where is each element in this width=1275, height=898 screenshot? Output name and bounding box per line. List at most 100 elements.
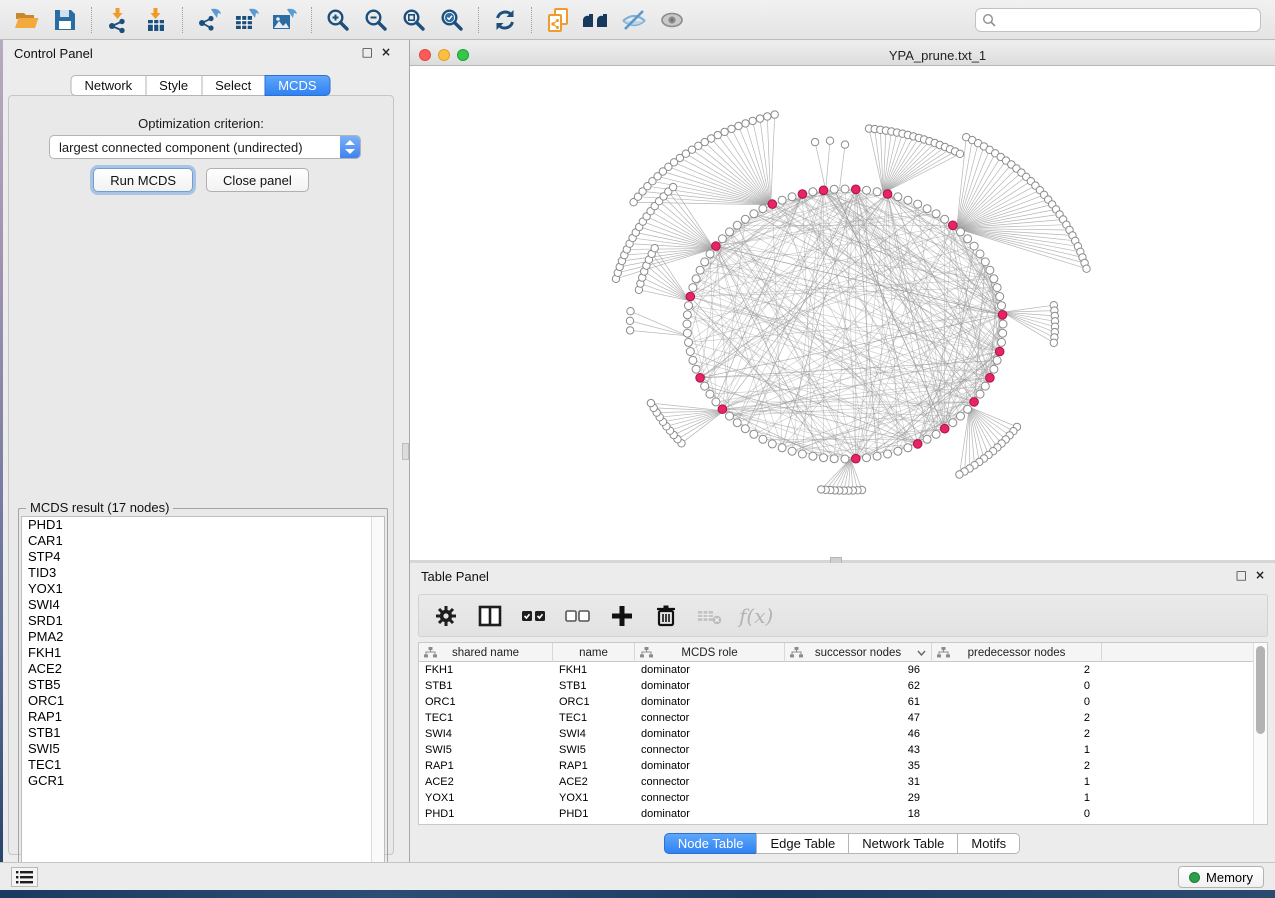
- table-row[interactable]: SWI4SWI4dominator462: [419, 726, 1253, 742]
- mcds-result-item[interactable]: TID3: [22, 565, 384, 581]
- mcds-result-item[interactable]: SWI4: [22, 597, 384, 613]
- optimization-criterion-dropdown[interactable]: largest connected component (undirected): [49, 135, 361, 159]
- table-row[interactable]: SWI5SWI5connector431: [419, 742, 1253, 758]
- table-row[interactable]: PHD1PHD1dominator180: [419, 806, 1253, 822]
- import-network-icon[interactable]: [99, 4, 137, 36]
- column-label: shared name: [452, 647, 519, 659]
- mcds-result-item[interactable]: RAP1: [22, 709, 384, 725]
- table-cell: ORC1: [419, 694, 553, 710]
- table-cell: FKH1: [419, 662, 553, 678]
- table-row[interactable]: STB1STB1dominator620: [419, 678, 1253, 694]
- table-options-gear-icon[interactable]: [431, 601, 461, 631]
- mcds-result-item[interactable]: PMA2: [22, 629, 384, 645]
- table-row[interactable]: FKH1FKH1dominator962: [419, 662, 1253, 678]
- show-all-icon[interactable]: [653, 4, 691, 36]
- mcds-result-item[interactable]: STP4: [22, 549, 384, 565]
- mcds-result-item[interactable]: STB5: [22, 677, 384, 693]
- mcds-result-item[interactable]: FKH1: [22, 645, 384, 661]
- mcds-result-item[interactable]: GCR1: [22, 773, 384, 789]
- table-row[interactable]: YOX1YOX1connector291: [419, 790, 1253, 806]
- network-view-window: YPA_prune.txt_1: [410, 45, 1275, 560]
- zoom-out-icon[interactable]: [357, 4, 395, 36]
- column-header-successor-nodes[interactable]: successor nodes: [785, 643, 932, 662]
- scrollbar-thumb[interactable]: [1256, 646, 1265, 734]
- export-network-icon[interactable]: [190, 4, 228, 36]
- table-tab-node-table[interactable]: Node Table: [664, 833, 758, 854]
- table-body: FKH1FKH1dominator962STB1STB1dominator620…: [419, 662, 1253, 824]
- mcds-result-item[interactable]: SRD1: [22, 613, 384, 629]
- zoom-in-icon[interactable]: [319, 4, 357, 36]
- table-scrollbar[interactable]: [1253, 643, 1267, 824]
- table-cell: FKH1: [553, 662, 635, 678]
- clone-network-icon[interactable]: [539, 4, 577, 36]
- table-cell: STB1: [553, 678, 635, 694]
- network-window-titlebar[interactable]: YPA_prune.txt_1: [410, 45, 1275, 66]
- table-cell: TEC1: [553, 710, 635, 726]
- table-cell: dominator: [635, 806, 785, 822]
- table-row[interactable]: ACE2ACE2connector311: [419, 774, 1253, 790]
- open-file-icon[interactable]: [8, 4, 46, 36]
- table-row[interactable]: RAP1RAP1dominator352: [419, 758, 1253, 774]
- close-panel-icon[interactable]: ×: [381, 45, 391, 59]
- memory-button[interactable]: Memory: [1178, 866, 1264, 888]
- column-header-name[interactable]: name: [553, 643, 635, 662]
- table-tab-network-table[interactable]: Network Table: [848, 833, 958, 854]
- export-table-icon[interactable]: [228, 4, 266, 36]
- zoom-fit-icon[interactable]: [395, 4, 433, 36]
- import-table-icon[interactable]: [137, 4, 175, 36]
- save-session-icon[interactable]: [46, 4, 84, 36]
- tab-network[interactable]: Network: [70, 75, 146, 96]
- mcds-result-item[interactable]: SWI5: [22, 741, 384, 757]
- table-cell: 43: [785, 742, 932, 758]
- mcds-result-item[interactable]: TEC1: [22, 757, 384, 773]
- vertical-splitter[interactable]: [401, 40, 410, 862]
- network-graph[interactable]: [410, 66, 1275, 560]
- task-history-button[interactable]: [11, 867, 38, 887]
- column-header-predecessor-nodes[interactable]: predecessor nodes: [932, 643, 1102, 662]
- desktop-edge-bottom: [0, 890, 1275, 898]
- mcds-result-item[interactable]: CAR1: [22, 533, 384, 549]
- mcds-list-scrollbar[interactable]: [371, 517, 384, 875]
- deselect-all-checkboxes-icon[interactable]: [563, 601, 593, 631]
- hide-selected-icon[interactable]: [615, 4, 653, 36]
- mcds-result-list[interactable]: PHD1CAR1STP4TID3YOX1SWI4SRD1PMA2FKH1ACE2…: [21, 516, 385, 876]
- show-column-icon[interactable]: [475, 601, 505, 631]
- mcds-result-item[interactable]: ORC1: [22, 693, 384, 709]
- table-tab-edge-table[interactable]: Edge Table: [756, 833, 849, 854]
- table-header-row: shared name name MCDS role successor nodesp…: [419, 643, 1253, 662]
- delete-column-icon[interactable]: [651, 601, 681, 631]
- column-label: MCDS role: [681, 647, 737, 659]
- splitter-grip[interactable]: [402, 443, 409, 460]
- mcds-result-item[interactable]: ACE2: [22, 661, 384, 677]
- add-column-icon[interactable]: [607, 601, 637, 631]
- close-panel-icon[interactable]: ×: [1255, 568, 1265, 582]
- network-canvas[interactable]: [410, 66, 1275, 560]
- float-panel-icon[interactable]: □: [1236, 568, 1247, 582]
- column-header-MCDS-role[interactable]: MCDS role: [635, 643, 785, 662]
- refresh-layout-icon[interactable]: [486, 4, 524, 36]
- column-header-shared-name[interactable]: shared name: [419, 643, 553, 662]
- close-panel-button[interactable]: Close panel: [206, 168, 309, 192]
- tab-select[interactable]: Select: [201, 75, 265, 96]
- tab-mcds[interactable]: MCDS: [264, 75, 330, 96]
- table-cell: STB1: [419, 678, 553, 694]
- mcds-result-item[interactable]: YOX1: [22, 581, 384, 597]
- memory-status-icon: [1189, 872, 1200, 883]
- select-all-checkboxes-icon[interactable]: [519, 601, 549, 631]
- network-window-title: YPA_prune.txt_1: [410, 48, 1275, 63]
- table-cell: TEC1: [419, 710, 553, 726]
- float-panel-icon[interactable]: □: [362, 45, 373, 59]
- table-tab-motifs[interactable]: Motifs: [957, 833, 1020, 854]
- export-image-icon[interactable]: [266, 4, 304, 36]
- run-mcds-button[interactable]: Run MCDS: [93, 168, 193, 192]
- table-cell: SWI5: [419, 742, 553, 758]
- table-row[interactable]: TEC1TEC1connector472: [419, 710, 1253, 726]
- search-input[interactable]: [975, 8, 1261, 32]
- mcds-result-item[interactable]: PHD1: [22, 517, 384, 533]
- table-toolbar: f(x): [418, 594, 1268, 637]
- mcds-result-item[interactable]: STB1: [22, 725, 384, 741]
- zoom-selected-icon[interactable]: [433, 4, 471, 36]
- tab-style[interactable]: Style: [145, 75, 202, 96]
- table-row[interactable]: ORC1ORC1dominator610: [419, 694, 1253, 710]
- first-neighbors-icon[interactable]: [577, 4, 615, 36]
